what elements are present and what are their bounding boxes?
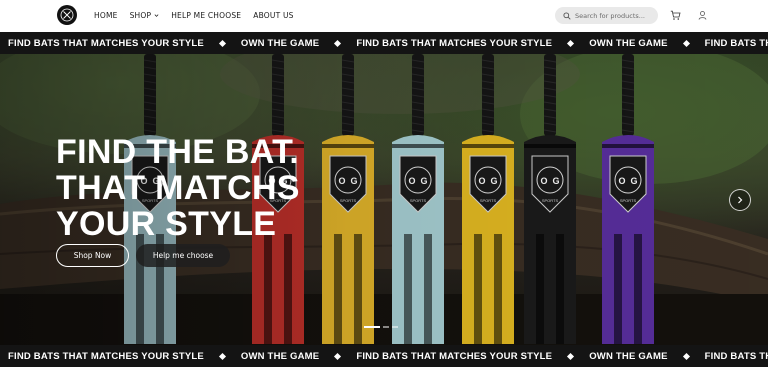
nav-shop[interactable]: SHOP — [130, 11, 160, 20]
diamond-icon — [334, 39, 342, 47]
marquee-text: OWN THE GAME — [589, 350, 668, 362]
hero-banner: OGSPORTSOGSPORTSOGSPORTSOGSPORTSOGSPORTS… — [0, 54, 768, 345]
diamond-icon — [682, 39, 690, 47]
search-bar[interactable] — [555, 7, 658, 24]
slide-dot[interactable] — [383, 326, 389, 328]
nav-home-label: HOME — [94, 11, 118, 20]
nav-help-me-choose[interactable]: HELP ME CHOOSE — [171, 11, 241, 20]
chevron-right-icon — [738, 196, 743, 204]
diamond-icon — [567, 39, 575, 47]
nav-about-label: ABOUT US — [253, 11, 294, 20]
slide-indicators — [364, 326, 398, 328]
marquee-text: FIND BATS THAT MATCHES YOUR STYLE — [8, 350, 204, 362]
hero-title-line: THAT MATCHS — [56, 169, 300, 207]
marquee-text: FIND BATS THAT MATCHES YOUR STYLE — [356, 37, 553, 49]
marquee-text: FIND BATS THAT MATCHES YOUR STYLE — [704, 350, 768, 362]
marquee-text: OWN THE GAME — [240, 37, 320, 49]
search-input[interactable] — [575, 11, 653, 20]
marquee-text: FIND BATS THAT MATCHES YOUR STYLE — [704, 37, 768, 49]
slide-dot[interactable] — [392, 326, 398, 328]
diamond-icon — [218, 352, 226, 360]
cart-icon[interactable] — [670, 10, 681, 21]
diamond-icon — [334, 352, 342, 360]
site-header: HOME SHOP HELP ME CHOOSE ABOUT US — [0, 0, 768, 31]
announcement-marquee-bottom: FIND BATS THAT MATCHES YOUR STYLE OWN TH… — [0, 345, 768, 367]
nav-about-us[interactable]: ABOUT US — [253, 11, 293, 20]
hero-title-line: YOUR STYLE — [56, 205, 277, 243]
help-me-choose-button[interactable]: Help me choose — [136, 244, 230, 267]
brand-logo[interactable] — [57, 5, 77, 25]
user-icon[interactable] — [697, 10, 708, 21]
next-slide-button[interactable] — [729, 189, 751, 211]
diamond-icon — [218, 39, 226, 47]
diamond-icon — [682, 352, 690, 360]
slide-dot[interactable] — [364, 326, 380, 328]
diamond-icon — [567, 352, 575, 360]
chevron-down-icon — [154, 14, 159, 17]
announcement-marquee-top: FIND BATS THAT MATCHES YOUR STYLE OWN TH… — [0, 32, 768, 54]
search-icon — [563, 11, 571, 20]
og-sports-logo-icon — [60, 8, 74, 22]
main-nav: HOME SHOP HELP ME CHOOSE ABOUT US — [94, 0, 306, 31]
shop-now-button[interactable]: Shop Now — [56, 244, 129, 267]
hero-title-line: FIND THE BAT. — [56, 133, 300, 171]
marquee-text: OWN THE GAME — [589, 37, 668, 49]
nav-home[interactable]: HOME — [94, 11, 118, 20]
nav-help-label: HELP ME CHOOSE — [171, 11, 242, 20]
marquee-text: OWN THE GAME — [240, 350, 320, 362]
marquee-text: FIND BATS THAT MATCHES YOUR STYLE — [8, 37, 204, 49]
nav-shop-label: SHOP — [129, 11, 152, 20]
marquee-text: FIND BATS THAT MATCHES YOUR STYLE — [356, 350, 553, 362]
hero-title: FIND THE BAT. THAT MATCHS YOUR STYLE — [56, 134, 376, 242]
